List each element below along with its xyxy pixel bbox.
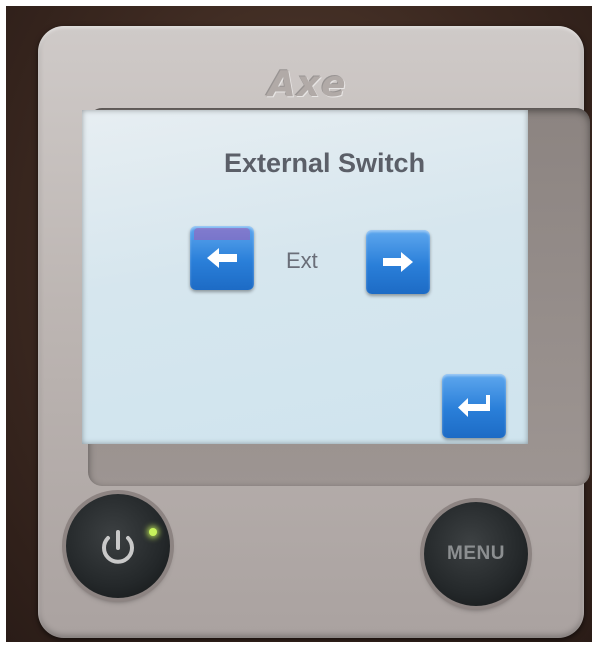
- arrow-right-icon: [383, 252, 413, 272]
- enter-button[interactable]: [442, 374, 506, 438]
- lcd-screen: External Switch Ext: [82, 110, 528, 444]
- switch-value: Ext: [286, 248, 318, 273]
- arrow-left-icon: [207, 248, 237, 268]
- enter-return-icon: [458, 395, 490, 417]
- power-led: [149, 528, 157, 536]
- device-photo: Axe External Switch Ext MENU: [6, 6, 592, 642]
- brand-logo: Axe: [268, 64, 347, 105]
- menu-button[interactable]: MENU: [424, 502, 528, 606]
- screen-title: External Switch: [224, 148, 426, 178]
- power-button[interactable]: [66, 494, 170, 598]
- previous-option-button[interactable]: [190, 226, 254, 290]
- power-icon: [102, 530, 134, 564]
- next-option-button[interactable]: [366, 230, 430, 294]
